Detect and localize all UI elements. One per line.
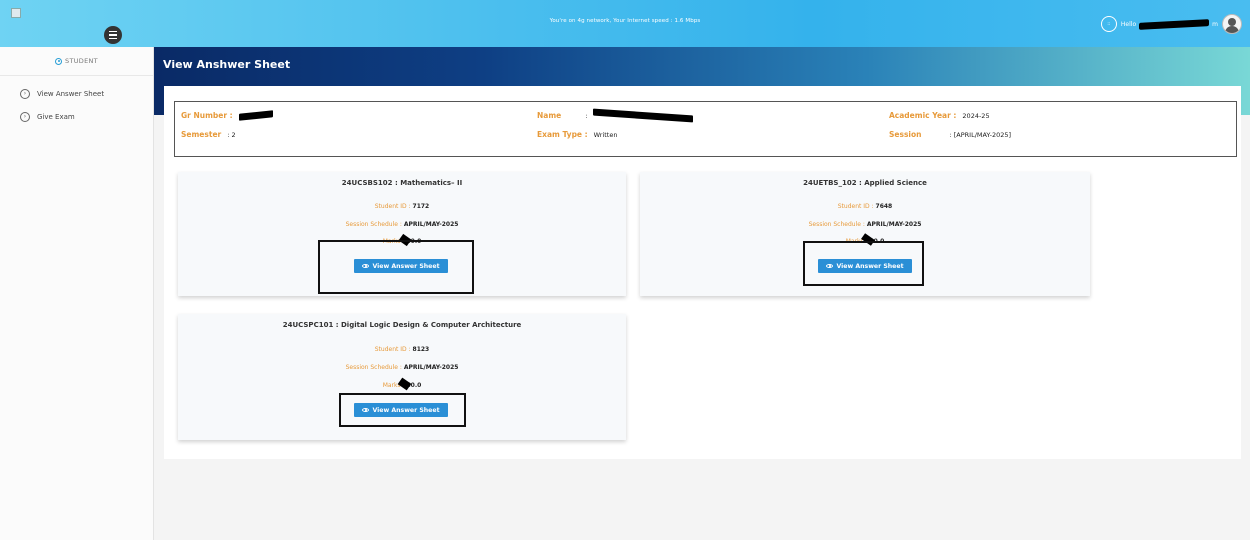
highlight-box (339, 393, 466, 427)
exam-type-value: Written (593, 130, 618, 139)
academic-year-value: 2024-25 (962, 111, 990, 120)
user-menu[interactable]: :: Hello m (1100, 14, 1242, 34)
chevron-right-icon: › (20, 111, 30, 122)
redacted-username (1139, 18, 1210, 30)
name-label: Name (537, 111, 562, 120)
sidebar-heading: STUDENT (0, 47, 153, 76)
student-id-row: Student ID : 8123 (178, 346, 626, 353)
sidebar-item-label: View Answer Sheet (37, 89, 105, 98)
session-schedule-value: APRIL/MAY-2025 (403, 364, 459, 371)
semester-value: : 2 (227, 130, 236, 139)
gr-number-field: Gr Number : (181, 110, 273, 121)
name-separator: : (585, 111, 588, 120)
student-id-row: Student ID : 7172 (178, 203, 626, 210)
session-schedule-label: Session Schedule : (345, 221, 402, 228)
student-id-value: 8123 (412, 346, 430, 353)
name-field: Name : (537, 108, 694, 123)
exam-card-title: 24UCSBS102 : Mathematics– II (341, 179, 463, 187)
student-info-box: Gr Number : Name : Academic Year : 2024-… (174, 101, 1237, 157)
top-bar: You're on 4g network, Your Internet spee… (0, 0, 1250, 47)
exam-card-title: 24UCSPC101 : Digital Logic Design & Comp… (282, 321, 522, 329)
sidebar-item-label: Give Exam (37, 112, 75, 121)
redacted-name (593, 108, 694, 123)
network-status-text: You're on 4g network, Your Internet spee… (549, 18, 701, 24)
academic-year-label: Academic Year : (889, 111, 957, 120)
student-id-label: Student ID : (837, 203, 874, 210)
academic-year-field: Academic Year : 2024-25 (889, 111, 990, 120)
main-panel: Gr Number : Name : Academic Year : 2024-… (164, 86, 1241, 459)
session-schedule-value: APRIL/MAY-2025 (866, 221, 922, 228)
highlight-box (318, 240, 474, 294)
sidebar-heading-label: STUDENT (65, 57, 98, 65)
session-schedule-row: Session Schedule : APRIL/MAY-2025 (640, 221, 1090, 228)
student-id-row: Student ID : 7648 (640, 203, 1090, 210)
semester-label: Semester (181, 130, 222, 139)
session-schedule-row: Session Schedule : APRIL/MAY-2025 (178, 364, 626, 371)
sidebar-item-view-answer-sheet[interactable]: › View Answer Sheet (0, 82, 153, 105)
session-schedule-row: Session Schedule : APRIL/MAY-2025 (178, 221, 626, 228)
session-schedule-value: APRIL/MAY-2025 (403, 221, 459, 228)
exam-type-field: Exam Type : Written (537, 130, 617, 139)
avatar-icon[interactable] (1222, 14, 1242, 34)
student-id-label: Student ID : (374, 346, 411, 353)
sidebar-item-give-exam[interactable]: › Give Exam (0, 105, 153, 128)
session-schedule-label: Session Schedule : (345, 364, 402, 371)
student-id-value: 7172 (412, 203, 430, 210)
student-id-value: 7648 (875, 203, 893, 210)
logo-image (11, 8, 21, 18)
semester-field: Semester : 2 (181, 130, 236, 139)
user-badge-icon[interactable]: :: (1100, 16, 1117, 32)
gr-number-label: Gr Number : (181, 111, 233, 120)
menu-toggle-button[interactable] (104, 26, 122, 44)
hello-text: Hello (1120, 20, 1137, 28)
session-schedule-label: Session Schedule : (808, 221, 865, 228)
sidebar: STUDENT › View Answer Sheet › Give Exam (0, 47, 154, 540)
session-value: : [APRIL/MAY-2025] (949, 130, 1012, 139)
username-suffix: m (1212, 20, 1218, 28)
page-title: View Anshwer Sheet (163, 58, 291, 71)
exam-card-title: 24UETBS_102 : Applied Science (803, 179, 927, 187)
session-label: Session (889, 130, 922, 139)
highlight-box (803, 241, 924, 286)
student-id-label: Student ID : (374, 203, 411, 210)
redacted-gr-number (238, 110, 273, 121)
chevron-right-icon: › (20, 88, 30, 99)
session-field: Session : [APRIL/MAY-2025] (889, 130, 1011, 139)
exam-type-label: Exam Type : (537, 130, 588, 139)
user-greeting: Hello m (1120, 18, 1218, 30)
student-icon (55, 57, 63, 65)
